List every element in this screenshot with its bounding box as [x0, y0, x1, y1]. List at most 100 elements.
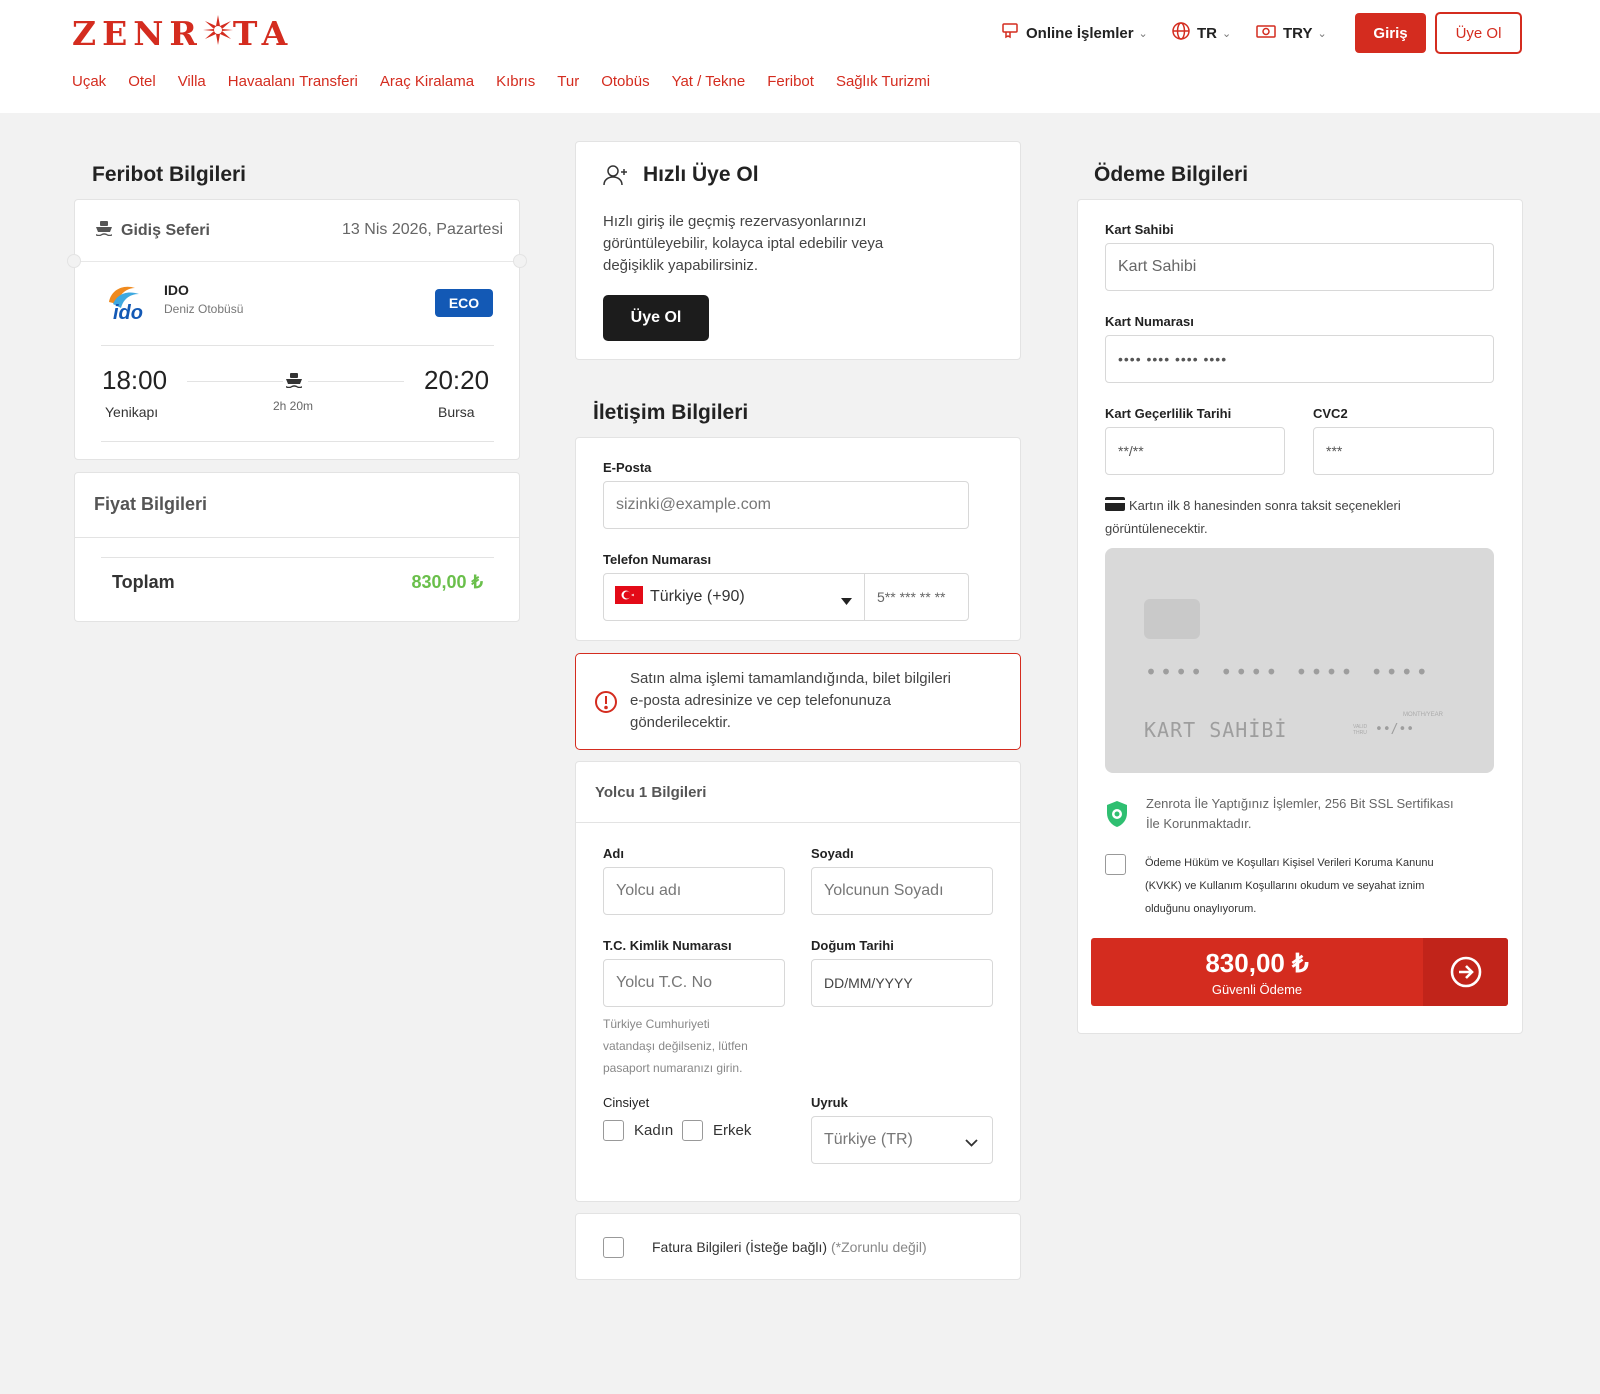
ssl-note-line: İle Korunmaktadır.	[1146, 816, 1252, 831]
language-menu[interactable]: TR ⌄	[1171, 21, 1231, 45]
leg-label-text: Gidiş Seferi	[121, 221, 210, 239]
tc-hint-line: Türkiye Cumhuriyeti	[603, 1017, 710, 1031]
phone-label: Telefon Numarası	[603, 552, 712, 567]
quick-signup-text-line: değişiklik yapabilirsiniz.	[603, 257, 759, 274]
logo-text-mid: R	[169, 14, 203, 53]
nav-item-villa[interactable]: Villa	[178, 73, 206, 90]
ido-logo: ido	[105, 280, 145, 324]
card-number-field[interactable]: •••• •••• •••• ••••	[1105, 335, 1494, 383]
nav-item-yacht[interactable]: Yat / Tekne	[672, 73, 746, 90]
passenger-card: Yolcu 1 Bilgileri Adı Yolcu adı Soyadı Y…	[575, 761, 1021, 1202]
pay-subtitle: Güvenli Ödeme	[1211, 982, 1303, 997]
online-ops-icon	[1000, 21, 1026, 45]
turkey-flag-icon	[615, 585, 643, 609]
email-field[interactable]: sizinki@example.com	[603, 481, 969, 529]
last-name-label: Soyadı	[811, 846, 854, 861]
online-operations-menu[interactable]: Online İşlemler ⌄	[1000, 21, 1148, 45]
top-utility-nav: Online İşlemler ⌄ TR ⌄ TRY ⌄	[1000, 20, 1327, 46]
terms-line: Ödeme Hüküm ve Koşulları Kişisel Veriler…	[1145, 857, 1434, 869]
nationality-select[interactable]: Türkiye (TR)	[811, 1116, 993, 1164]
ferry-icon	[95, 220, 121, 241]
card-preview: •••• •••• •••• •••• KART SAHİBİ MONTH/YE…	[1105, 548, 1494, 773]
chevron-down-icon: ⌄	[1138, 27, 1148, 40]
ssl-shield-icon	[1105, 800, 1129, 833]
contact-info-title: İletişim Bilgileri	[593, 401, 749, 424]
invoice-label: Fatura Bilgileri (İsteğe bağlı) (*Zorunl…	[652, 1239, 927, 1255]
card-expiry-field[interactable]: **/**	[1105, 427, 1285, 475]
logo[interactable]: ZENR TA	[72, 14, 293, 53]
first-name-field[interactable]: Yolcu adı	[603, 867, 785, 915]
price-card: Fiyat Bilgileri Toplam 830,00 ₺	[74, 472, 520, 622]
nav-item-cyprus[interactable]: Kıbrıs	[496, 73, 535, 90]
terms-line: (KVKK) ve Kullanım Koşullarını okudum ve…	[1145, 880, 1425, 892]
last-name-field[interactable]: Yolcunun Soyadı	[811, 867, 993, 915]
nav-item-tour[interactable]: Tur	[557, 73, 579, 90]
logo-star-icon	[202, 14, 233, 53]
secure-pay-button[interactable]: 830,00 ₺ Güvenli Ödeme	[1091, 938, 1508, 1006]
language-label: TR	[1197, 24, 1217, 42]
ticket-notch-right	[513, 254, 527, 268]
card-preview-number: •••• •••• •••• ••••	[1145, 660, 1431, 684]
installment-note-line: görüntülenecektir.	[1105, 520, 1208, 536]
contact-card: E-Posta sizinki@example.com Telefon Numa…	[575, 437, 1021, 641]
currency-label: TRY	[1283, 24, 1313, 42]
logo-text-right: TA	[232, 14, 294, 53]
card-expiry-label: Kart Geçerlilik Tarihi	[1105, 406, 1232, 421]
gender-male-checkbox[interactable]	[682, 1120, 703, 1141]
email-label: E-Posta	[603, 460, 652, 475]
login-button[interactable]: Giriş	[1355, 13, 1426, 53]
installment-note: Kartın ilk 8 hanesinden sonra taksit seç…	[1105, 495, 1401, 540]
nav-item-ferry[interactable]: Feribot	[767, 73, 814, 90]
phone-number-field[interactable]: 5** *** ** **	[877, 574, 946, 620]
quick-signup-title: Hızlı Üye Ol	[643, 163, 759, 186]
pay-amount: 830,00 ₺	[1205, 948, 1309, 978]
card-number-label: Kart Numarası	[1105, 314, 1194, 329]
card-holder-label: Kart Sahibi	[1105, 222, 1174, 237]
invoice-checkbox[interactable]	[603, 1237, 624, 1258]
first-name-label: Adı	[603, 846, 624, 861]
arrival-place: Bursa	[438, 404, 475, 420]
terms-checkbox[interactable]	[1105, 854, 1126, 875]
chevron-down-icon	[965, 1134, 978, 1152]
divider	[101, 441, 494, 442]
arrow-right-circle-icon	[1423, 938, 1508, 1006]
currency-menu[interactable]: TRY ⌄	[1255, 21, 1327, 45]
card-holder-field[interactable]: Kart Sahibi	[1105, 243, 1494, 291]
ferry-info-title: Feribot Bilgileri	[92, 163, 247, 186]
trip-duration: 2h 20m	[273, 399, 314, 413]
invoice-label-text: Fatura Bilgileri (İsteğe bağlı)	[652, 1239, 828, 1255]
departure-time: 18:00	[102, 365, 168, 395]
dob-field[interactable]: DD/MM/YYYY	[811, 959, 993, 1007]
nav-item-health-tourism[interactable]: Sağlık Turizmi	[836, 73, 930, 90]
cvc-field[interactable]: ***	[1313, 427, 1494, 475]
nationality-label: Uyruk	[811, 1095, 848, 1110]
total-label: Toplam	[112, 572, 175, 592]
tc-number-field[interactable]: Yolcu T.C. No	[603, 959, 785, 1007]
gender-female-checkbox[interactable]	[603, 1120, 624, 1141]
card-preview-exp-caption: MONTH/YEAR	[1403, 712, 1444, 718]
add-user-icon	[603, 164, 629, 191]
gender-female-label: Kadın	[634, 1122, 674, 1139]
info-notice: Satın alma işlemi tamamlandığında, bilet…	[575, 653, 1021, 750]
nav-item-flight[interactable]: Uçak	[72, 73, 106, 90]
country-code-select[interactable]: Türkiye (+90)	[604, 574, 865, 620]
nav-item-hotel[interactable]: Otel	[128, 73, 156, 90]
phone-input-group: Türkiye (+90) 5** *** ** **	[603, 573, 969, 621]
price-title: Fiyat Bilgileri	[94, 494, 208, 514]
notice-line: gönderilecektir.	[630, 714, 731, 731]
site-header: ZENR TA Online İşlemler ⌄ TR ⌄ TRY ⌄ Giriş Ü…	[0, 0, 1600, 113]
nav-item-airport-transfer[interactable]: Havaalanı Transferi	[228, 73, 358, 90]
credit-card-icon	[1105, 496, 1125, 518]
nav-item-car-rental[interactable]: Araç Kiralama	[380, 73, 474, 90]
signup-button[interactable]: Üye Ol	[1435, 12, 1522, 54]
arrival-time: 20:20	[424, 365, 490, 395]
logo-text-left: ZEN	[72, 14, 170, 53]
route-line-right	[308, 381, 404, 382]
quick-signup-button[interactable]: Üye Ol	[603, 295, 709, 341]
divider	[101, 557, 494, 558]
ssl-note-line: Zenrota İle Yaptığınız İşlemler, 256 Bit…	[1146, 796, 1454, 811]
divider	[101, 345, 494, 346]
route-line-left	[187, 381, 283, 382]
nav-item-bus[interactable]: Otobüs	[601, 73, 649, 90]
terms-text: Ödeme Hüküm ve Koşulları Kişisel Veriler…	[1145, 852, 1434, 921]
